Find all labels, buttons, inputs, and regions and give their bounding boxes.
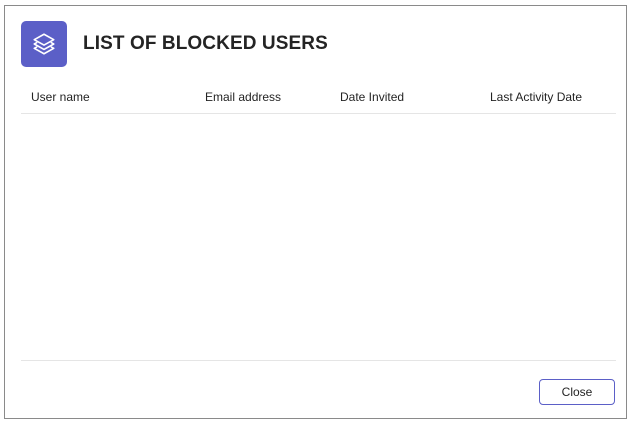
dialog-header: LIST OF BLOCKED USERS (21, 20, 328, 67)
close-button[interactable]: Close (539, 379, 615, 405)
column-header-date-invited[interactable]: Date Invited (340, 90, 404, 104)
footer-divider (21, 360, 616, 361)
column-header-email-address[interactable]: Email address (205, 90, 281, 104)
dialog-title: LIST OF BLOCKED USERS (83, 32, 328, 54)
table-header: User name Email address Date Invited Las… (21, 80, 616, 114)
column-header-user-name[interactable]: User name (31, 90, 90, 104)
table-body (21, 114, 616, 359)
column-header-last-activity-date[interactable]: Last Activity Date (490, 90, 582, 104)
blocked-users-dialog: LIST OF BLOCKED USERS User name Email ad… (4, 5, 627, 419)
blocked-users-table: User name Email address Date Invited Las… (21, 80, 616, 360)
layers-icon (21, 20, 67, 67)
